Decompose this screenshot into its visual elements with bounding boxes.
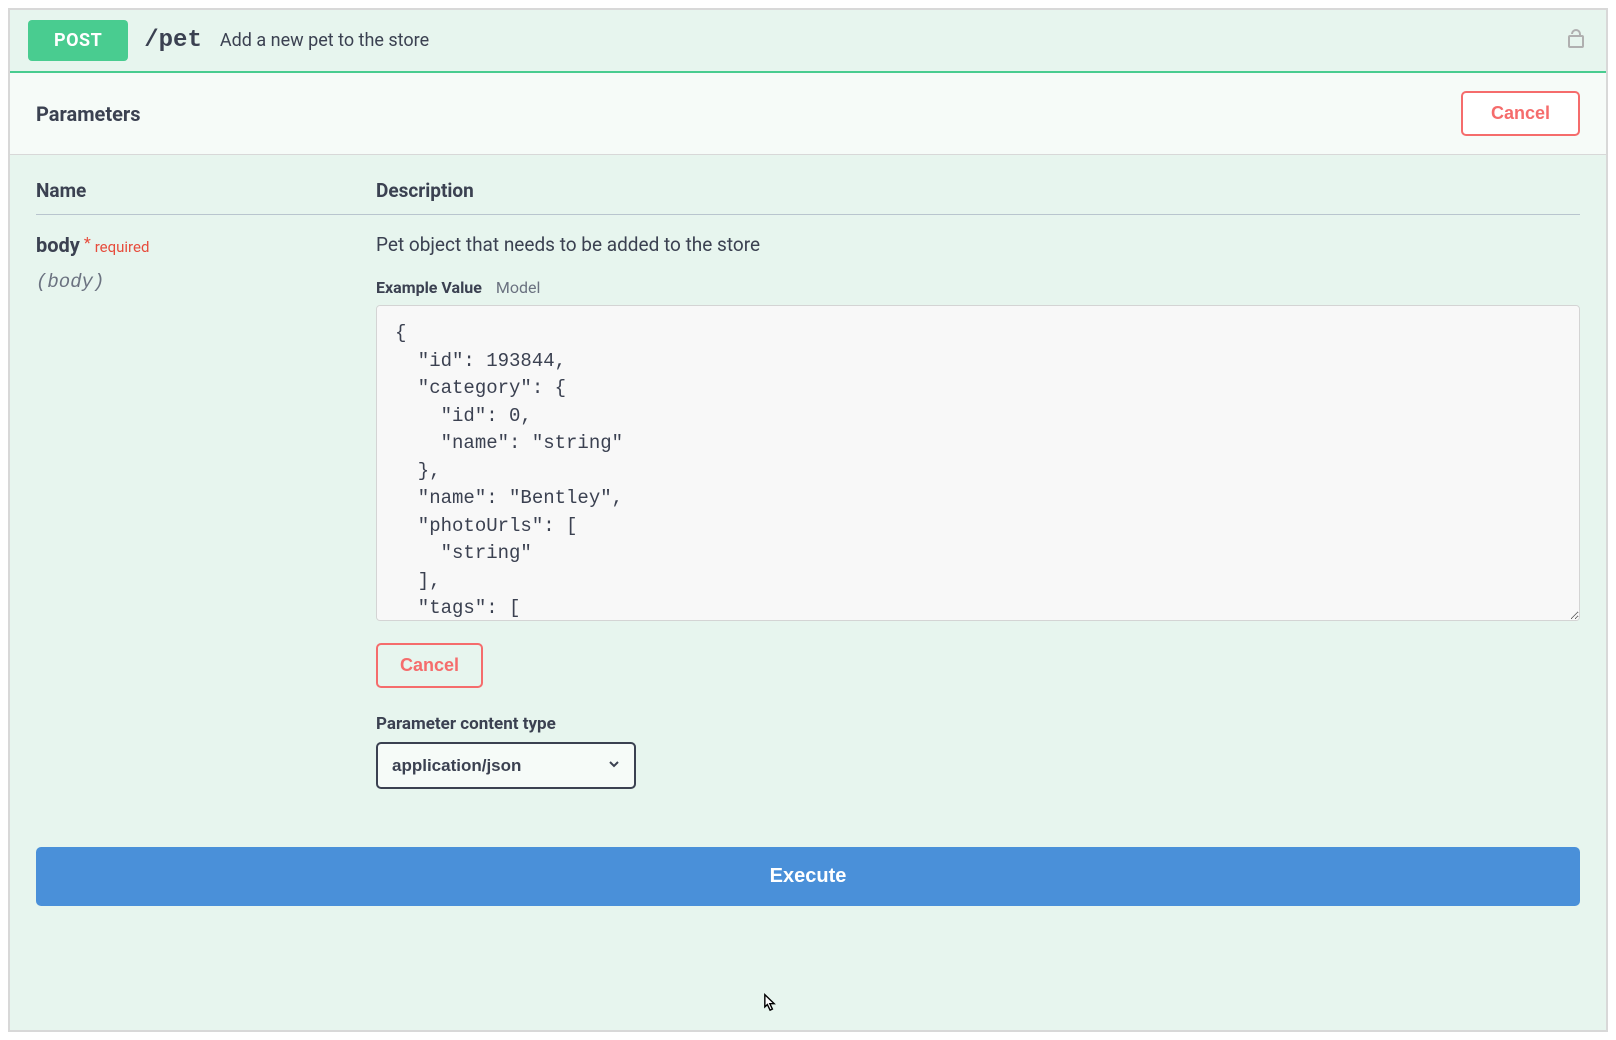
- parameter-description-cell: Pet object that needs to be added to the…: [376, 233, 1580, 789]
- http-method-badge: POST: [28, 20, 128, 61]
- body-json-textarea[interactable]: [376, 305, 1580, 621]
- operation-header[interactable]: POST /pet Add a new pet to the store: [10, 10, 1606, 73]
- parameters-header: Parameters Cancel: [10, 73, 1606, 155]
- cancel-button[interactable]: Cancel: [1461, 91, 1580, 136]
- operation-panel: POST /pet Add a new pet to the store Par…: [8, 8, 1608, 1032]
- tab-example-value[interactable]: Example Value: [376, 278, 482, 297]
- table-header: Name Description: [36, 179, 1580, 215]
- parameters-table: Name Description body * required (body) …: [36, 179, 1580, 789]
- required-text: required: [95, 238, 150, 256]
- column-description-header: Description: [376, 179, 1580, 202]
- parameter-location: (body): [36, 271, 376, 293]
- tab-model[interactable]: Model: [496, 278, 541, 297]
- parameter-description: Pet object that needs to be added to the…: [376, 233, 1580, 256]
- table-row: body * required (body) Pet object that n…: [36, 233, 1580, 789]
- body-tabs: Example Value Model: [376, 278, 1580, 297]
- operation-summary: Add a new pet to the store: [220, 30, 429, 51]
- parameter-name-cell: body * required (body): [36, 233, 376, 789]
- cancel-body-button[interactable]: Cancel: [376, 643, 483, 688]
- required-star: *: [84, 233, 91, 252]
- parameter-name: body: [36, 233, 80, 257]
- content-type-label: Parameter content type: [376, 714, 1580, 734]
- content-type-select[interactable]: application/json: [376, 742, 636, 789]
- unlock-icon[interactable]: [1564, 27, 1588, 55]
- content-type-select-wrap: application/json: [376, 742, 636, 789]
- parameters-title: Parameters: [36, 102, 140, 126]
- column-name-header: Name: [36, 179, 376, 202]
- execute-button[interactable]: Execute: [36, 847, 1580, 906]
- cursor-pointer-icon: [752, 990, 780, 1022]
- operation-path: /pet: [144, 27, 202, 54]
- parameters-content: Name Description body * required (body) …: [10, 155, 1606, 1030]
